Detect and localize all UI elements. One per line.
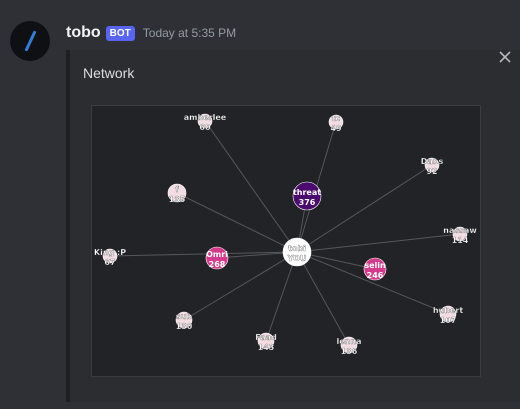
username[interactable]: tobo <box>66 24 101 42</box>
edge-f <box>176 192 298 253</box>
message-timestamp[interactable]: Today at 5:35 PM <box>143 26 236 40</box>
node-name: Faad <box>255 333 277 342</box>
node-value: 135 <box>169 195 186 204</box>
node-selin: selin246 <box>363 257 387 281</box>
node-sub: sub130 <box>176 311 193 331</box>
node-name: selin <box>364 261 386 270</box>
node-amberlee: amberlee60 <box>184 113 227 132</box>
node-name: tobi <box>288 244 306 253</box>
node-name: sub <box>176 312 192 321</box>
node-name: lenna <box>337 337 362 346</box>
node-value: 376 <box>299 198 316 207</box>
node-name: hubert <box>433 306 463 315</box>
node-center-you: tobiYOU <box>282 237 312 267</box>
node-value: 49 <box>330 124 342 133</box>
edge-sub <box>183 251 298 321</box>
node-value: 67 <box>104 258 115 267</box>
node-value: 130 <box>176 322 193 331</box>
edge-amberlee <box>204 120 298 253</box>
node-name: Omri <box>206 250 228 259</box>
node-name: amberlee <box>184 113 227 122</box>
node-name: threat <box>293 188 321 197</box>
node-value: 246 <box>367 271 384 280</box>
node-f: f135 <box>167 183 187 204</box>
node-faad: Faad143 <box>255 332 277 352</box>
node-value: 114 <box>452 236 469 245</box>
embed-card: Network amberlee 60 tc 49 Dabs 92 f 135 threat 37… <box>66 50 520 402</box>
node-lenna: lenna136 <box>336 336 362 356</box>
node-value: YOU <box>287 254 307 263</box>
node-name: King :P <box>94 248 126 257</box>
node-tc: tc49 <box>328 114 344 133</box>
node-value: 92 <box>426 167 437 176</box>
network-graph: amberlee60tc49Dabs92f135threat376nassaw1… <box>94 113 478 356</box>
node-threat: threat376 <box>292 181 322 211</box>
node-omri: Omri268 <box>205 246 229 270</box>
node-name: f <box>175 185 179 194</box>
node-name: tc <box>332 114 341 123</box>
node-value: 60 <box>199 123 211 132</box>
node-dabs: Dabs92 <box>421 157 444 176</box>
node-value: 107 <box>440 316 457 325</box>
node-name: Dabs <box>421 157 444 166</box>
close-icon <box>499 51 511 63</box>
embed-title: Network <box>83 65 135 81</box>
node-value: 136 <box>341 347 358 356</box>
node-value: 143 <box>258 343 275 352</box>
close-button[interactable] <box>496 48 514 66</box>
node-value: 268 <box>209 260 226 269</box>
node-name: nassaw <box>443 226 477 235</box>
bot-avatar[interactable] <box>10 21 50 61</box>
slash-logo-icon <box>23 30 37 52</box>
message-header: tobo BOT Today at 5:35 PM <box>66 22 236 44</box>
bot-tag: BOT <box>105 25 135 41</box>
network-graph-image[interactable]: amberlee 60 tc 49 Dabs 92 f 135 threat 376 nassaw 1… <box>91 105 481 377</box>
edge-lenna <box>296 251 350 346</box>
node-king-p: King :P67 <box>94 248 127 267</box>
node-hubert: hubert107 <box>433 305 463 325</box>
